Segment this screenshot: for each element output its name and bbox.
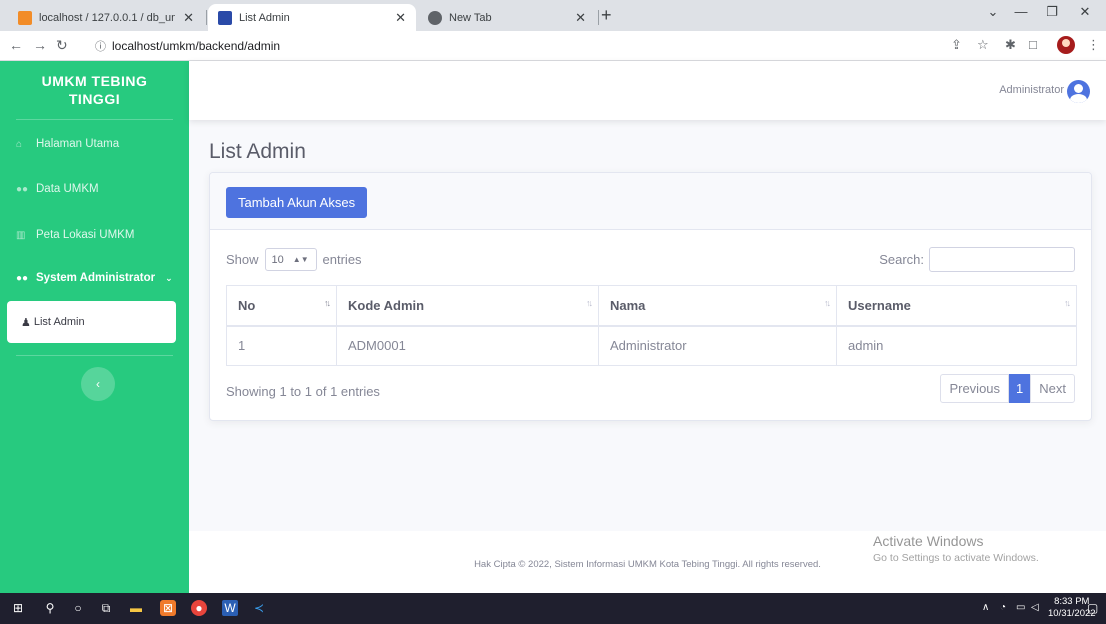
chevron-down-icon: ⌄ bbox=[165, 272, 173, 283]
tab-phpmyadmin[interactable]: localhost / 127.0.0.1 / db_umkm ✕ bbox=[8, 4, 204, 31]
users-icon: ●● bbox=[16, 183, 29, 195]
column-header-kode-admin[interactable]: Kode Admin ↑↓ bbox=[336, 285, 599, 327]
card-header: Tambah Akun Akses bbox=[210, 173, 1091, 230]
table-info: Showing 1 to 1 of 1 entries bbox=[226, 384, 380, 399]
forward-icon[interactable]: → bbox=[33, 37, 47, 53]
user-avatar-icon[interactable] bbox=[1067, 80, 1090, 103]
activate-windows-watermark: Activate Windows Go to Settings to activ… bbox=[873, 533, 1039, 564]
browser-tab-strip: localhost / 127.0.0.1 / db_umkm ✕ List A… bbox=[0, 0, 1106, 31]
table-header-row: No ↑↓ Kode Admin ↑↓ Nama ↑↓ Username ↑↓ bbox=[226, 285, 1077, 327]
word-icon[interactable]: W bbox=[222, 600, 238, 616]
task-view-icon[interactable]: ⧉ bbox=[98, 600, 114, 616]
menu-dots-icon[interactable]: ⋮ bbox=[1087, 37, 1100, 53]
notifications-icon[interactable]: ▢ bbox=[1087, 601, 1098, 615]
next-page-button[interactable]: Next bbox=[1030, 374, 1075, 403]
sort-icon: ↑↓ bbox=[586, 298, 593, 308]
tab-list-admin[interactable]: List Admin ✕ bbox=[208, 4, 416, 31]
admin-table: No ↑↓ Kode Admin ↑↓ Nama ↑↓ Username ↑↓ bbox=[226, 285, 1077, 366]
admin-list-card: Tambah Akun Akses Show 10 ▲▼ entries Sea… bbox=[209, 172, 1092, 421]
extensions-icon[interactable]: ✱ bbox=[1005, 37, 1016, 53]
tab-search-icon[interactable]: ⌄ bbox=[978, 4, 1008, 20]
info-icon[interactable]: ⓘ bbox=[95, 38, 106, 54]
address-bar[interactable]: ⓘ localhost/umkm/backend/admin bbox=[95, 36, 280, 56]
cell-username: admin bbox=[836, 325, 1077, 366]
sidebar-submenu-list-admin[interactable]: ♟ List Admin bbox=[7, 301, 176, 343]
table-row: 1 ADM0001 Administrator admin bbox=[226, 325, 1077, 366]
share-icon[interactable]: ⇪ bbox=[951, 37, 962, 53]
sidebar-toggle-button[interactable]: ‹ bbox=[81, 367, 115, 401]
column-header-username[interactable]: Username ↑↓ bbox=[836, 285, 1077, 327]
volume-icon[interactable]: ◁ bbox=[1031, 602, 1039, 613]
topbar: Administrator bbox=[189, 61, 1106, 120]
user-tie-icon: ♟ bbox=[21, 316, 31, 329]
bookmark-star-icon[interactable]: ☆ bbox=[977, 37, 989, 53]
close-tab-icon[interactable]: ✕ bbox=[575, 10, 586, 26]
phpmyadmin-icon bbox=[18, 10, 32, 25]
sort-icon: ↑↓ bbox=[824, 298, 831, 308]
browser-toolbar: ← → ↻ ⓘ localhost/umkm/backend/admin ⇪ ☆… bbox=[0, 31, 1106, 61]
page-length-select[interactable]: 10 ▲▼ bbox=[264, 248, 317, 271]
page-1-button[interactable]: 1 bbox=[1009, 374, 1031, 403]
watermark-subtitle: Go to Settings to activate Windows. bbox=[873, 552, 1039, 564]
tray-chevron-up-icon[interactable]: ∧ bbox=[982, 602, 989, 613]
page-title: List Admin bbox=[209, 140, 306, 163]
reload-icon[interactable]: ↻ bbox=[56, 37, 68, 54]
windows-taskbar: ⊞ ⚲ ○ ⧉ ▬ ⊠ ● W ≺ ∧ ◔ ▭ ◁ 8:33 PM 10/31/… bbox=[0, 593, 1106, 624]
page-length-control: Show 10 ▲▼ entries bbox=[226, 248, 362, 271]
profile-avatar-icon[interactable] bbox=[1057, 36, 1075, 54]
users-icon: ●● bbox=[16, 272, 29, 284]
cell-kode-admin: ADM0001 bbox=[336, 325, 599, 366]
table-search: Search: bbox=[879, 247, 1075, 272]
sort-icon: ↑↓ bbox=[324, 298, 331, 308]
column-header-no[interactable]: No ↑↓ bbox=[226, 285, 337, 327]
restore-button[interactable]: ❐ bbox=[1037, 4, 1067, 20]
sidebar: UMKM TEBING TINGGI ⌂ Halaman Utama ●● Da… bbox=[0, 61, 189, 593]
sidebar-item-data-umkm[interactable]: ●● Data UMKM bbox=[0, 177, 189, 201]
sidebar-brand[interactable]: UMKM TEBING TINGGI bbox=[0, 72, 189, 108]
close-window-button[interactable]: ✕ bbox=[1070, 4, 1100, 20]
topbar-user-name[interactable]: Administrator bbox=[999, 84, 1064, 96]
tab-separator bbox=[206, 10, 207, 25]
cell-no: 1 bbox=[226, 325, 337, 366]
map-icon: ▥ bbox=[16, 229, 26, 241]
pagination: Previous 1 Next bbox=[940, 374, 1075, 403]
side-panel-icon[interactable]: □ bbox=[1029, 37, 1037, 52]
site-logo-icon bbox=[218, 10, 232, 25]
brand-line-1: UMKM TEBING bbox=[41, 73, 148, 89]
sidebar-divider bbox=[16, 119, 173, 120]
home-icon: ⌂ bbox=[16, 138, 23, 150]
cortana-icon[interactable]: ○ bbox=[70, 600, 86, 616]
watermark-title: Activate Windows bbox=[873, 533, 984, 549]
search-icon[interactable]: ⚲ bbox=[42, 600, 58, 616]
sidebar-item-halaman-utama[interactable]: ⌂ Halaman Utama bbox=[0, 132, 189, 156]
column-header-nama[interactable]: Nama ↑↓ bbox=[598, 285, 837, 327]
new-tab-button[interactable]: + bbox=[601, 5, 612, 26]
network-icon[interactable]: ◔ bbox=[1000, 602, 1006, 613]
vscode-icon[interactable]: ≺ bbox=[251, 600, 267, 616]
sidebar-divider bbox=[16, 355, 173, 356]
brand-line-2: TINGGI bbox=[68, 91, 121, 107]
close-tab-icon[interactable]: ✕ bbox=[183, 10, 194, 26]
select-arrows-icon: ▲▼ bbox=[292, 255, 309, 264]
minimize-button[interactable]: — bbox=[1006, 4, 1036, 19]
back-icon[interactable]: ← bbox=[9, 37, 23, 53]
tab-separator bbox=[598, 10, 599, 25]
close-tab-icon[interactable]: ✕ bbox=[395, 10, 406, 26]
chrome-icon bbox=[428, 10, 442, 25]
chrome-taskbar-icon[interactable]: ● bbox=[191, 600, 207, 616]
battery-icon[interactable]: ▭ bbox=[1016, 602, 1025, 613]
tab-new-tab[interactable]: New Tab ✕ bbox=[418, 4, 596, 31]
sort-icon: ↑↓ bbox=[1064, 298, 1071, 308]
cell-nama: Administrator bbox=[598, 325, 837, 366]
chevron-left-icon: ‹ bbox=[96, 377, 100, 391]
add-admin-button[interactable]: Tambah Akun Akses bbox=[226, 187, 368, 218]
xampp-icon[interactable]: ⊠ bbox=[160, 600, 176, 616]
search-input[interactable] bbox=[929, 247, 1075, 272]
sidebar-item-system-administrator[interactable]: ●● System Administrator ⌄ bbox=[0, 266, 189, 290]
file-explorer-icon[interactable]: ▬ bbox=[128, 600, 144, 616]
sidebar-item-peta-lokasi[interactable]: ▥ Peta Lokasi UMKM bbox=[0, 223, 189, 247]
previous-page-button[interactable]: Previous bbox=[940, 374, 1010, 403]
windows-start-icon[interactable]: ⊞ bbox=[10, 600, 26, 616]
